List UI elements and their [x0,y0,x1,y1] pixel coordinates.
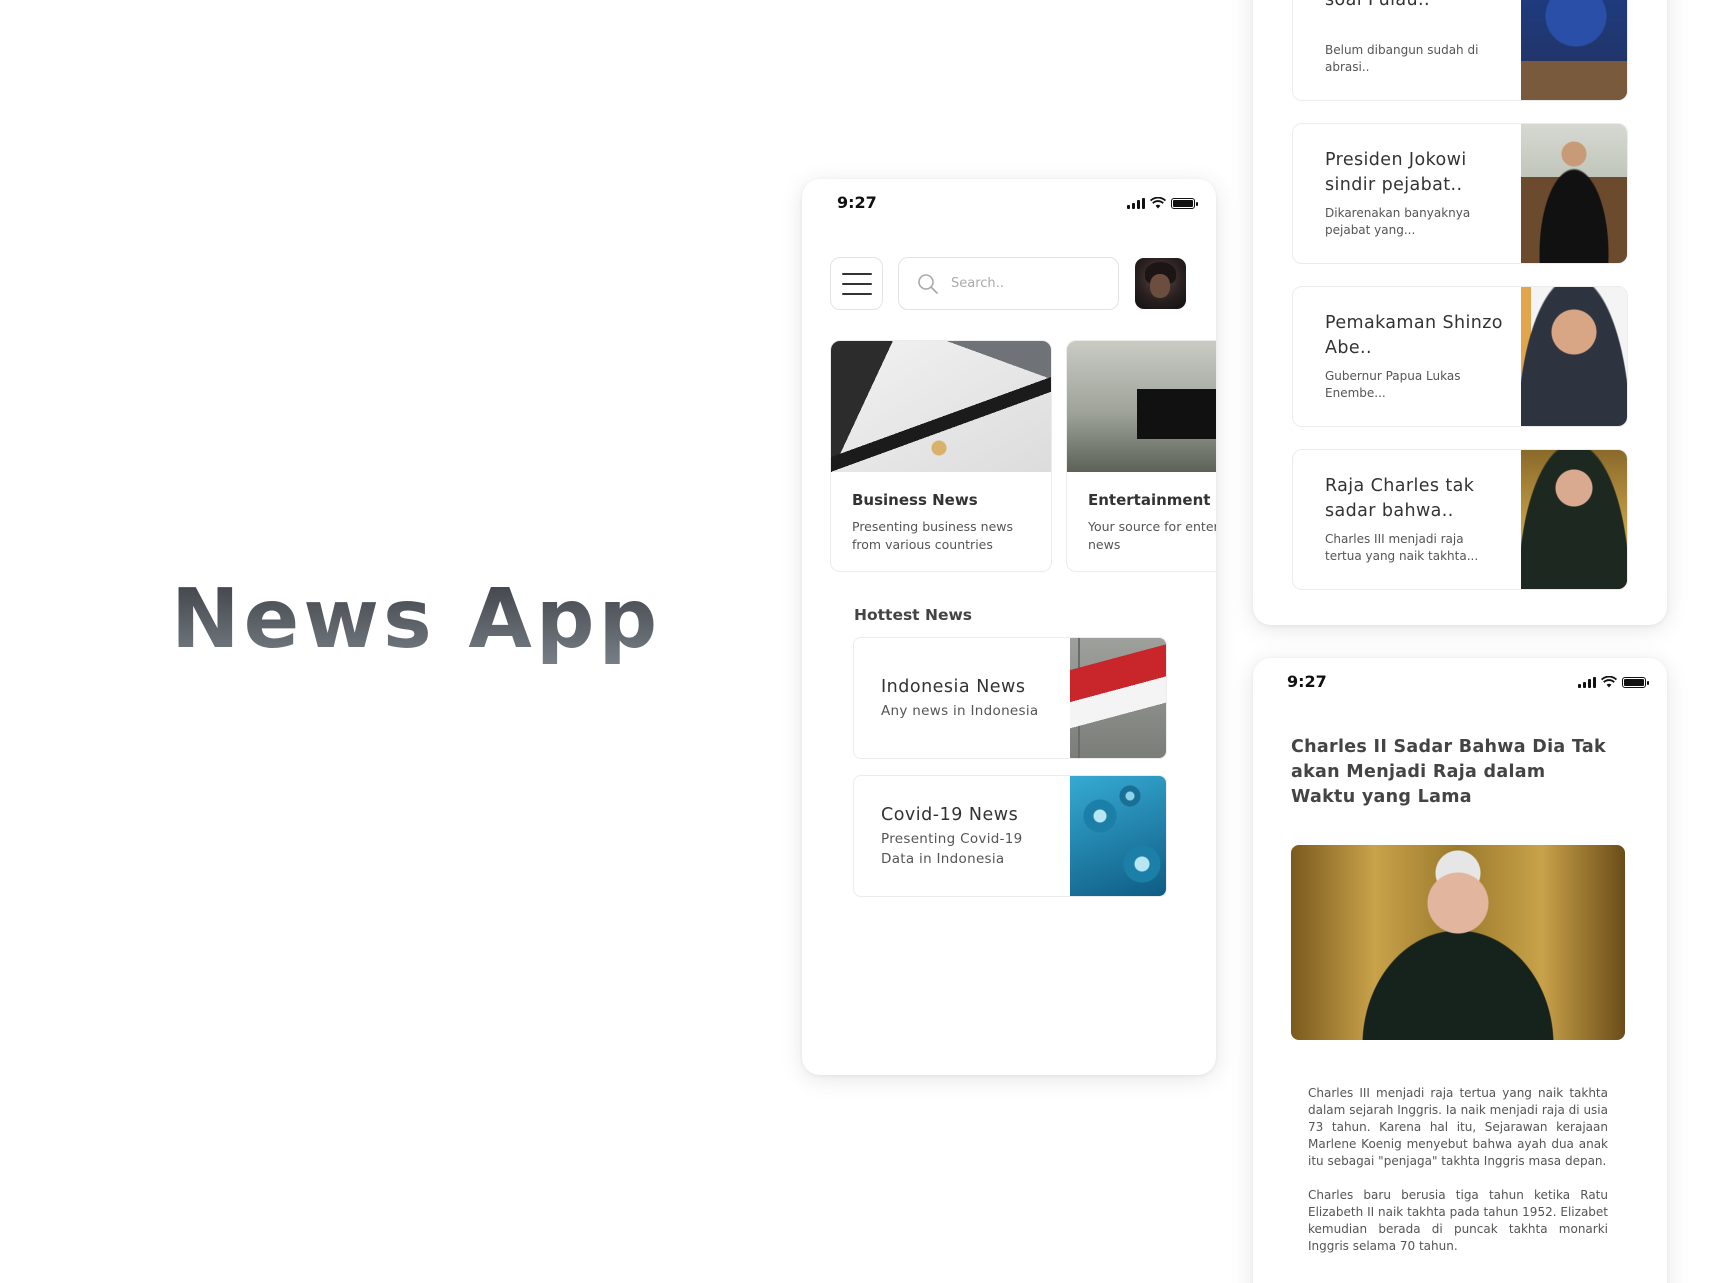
news-list-item[interactable]: Pimpinan DPRD DKI soal Pulau.. Belum dib… [1292,0,1628,101]
category-title: Entertainment N [1088,491,1216,509]
status-icons [1127,197,1198,209]
avatar[interactable] [1135,258,1186,309]
charles-photo [1521,450,1627,589]
signal-icon [1127,197,1145,209]
search-input[interactable] [951,276,1091,291]
business-news-image [831,341,1051,472]
news-item-title: Pemakaman Shinzo Abe.. [1325,313,1503,358]
article-image [1291,845,1625,1040]
news-item-description: Charles III menjadi raja tertua yang nai… [1325,532,1479,563]
search-icon [918,273,938,294]
home-screen: 9:27 Business News Presenting business n… [802,179,1216,1075]
hottest-card-covid[interactable]: Covid-19 News Presenting Covid-19 Data i… [853,775,1167,897]
indonesia-flag-image [1070,638,1166,758]
article-body: Charles III menjadi raja tertua yang nai… [1308,1085,1608,1272]
article-paragraph: Charles baru berusia tiga tahun ketika R… [1308,1188,1608,1253]
news-item-description: Dikarenakan banyaknya pejabat yang... [1325,206,1471,237]
shinzo-abe-photo [1521,287,1627,426]
entertainment-news-image [1067,341,1216,472]
battery-icon [1622,676,1649,688]
category-card-business[interactable]: Business News Presenting business news f… [830,340,1052,572]
menu-icon-line [841,272,872,275]
jokowi-photo [1521,124,1627,263]
signal-icon [1578,676,1596,688]
menu-icon-line [841,282,872,285]
hottest-card-indonesia[interactable]: Indonesia News Any news in Indonesia [853,637,1167,759]
hottest-title: Indonesia News [881,677,1026,697]
category-description: Presenting business news from various co… [852,519,1014,552]
news-item-description: Gubernur Papua Lukas Enembe... [1325,369,1461,400]
news-item-title: Pimpinan DPRD DKI soal Pulau.. [1325,0,1430,10]
status-time: 9:27 [1287,672,1327,691]
article-paragraph: Charles III menjadi raja tertua yang nai… [1308,1086,1608,1168]
article-title: Charles II Sadar Bahwa Dia Tak akan Menj… [1291,737,1606,807]
covid-virus-image [1070,776,1166,896]
category-card-entertainment[interactable]: Entertainment N Your source for entertai… [1066,340,1216,572]
hottest-title: Covid-19 News [881,805,1019,825]
news-list-screen: Pimpinan DPRD DKI soal Pulau.. Belum dib… [1253,0,1667,625]
section-title-hottest: Hottest News [854,606,973,624]
hottest-description: Any news in Indonesia [881,703,1039,719]
news-list-item[interactable]: Pemakaman Shinzo Abe.. Gubernur Papua Lu… [1292,286,1628,427]
battery-icon [1171,197,1198,209]
news-item-title: Presiden Jokowi sindir pejabat.. [1325,150,1467,195]
news-item-title: Raja Charles tak sadar bahwa.. [1325,476,1475,521]
category-description: Your source for entertainment news [1088,519,1216,552]
wifi-icon [1150,197,1166,209]
category-title: Business News [852,491,978,509]
dprd-photo [1521,0,1627,100]
hottest-description: Presenting Covid-19 Data in Indonesia [881,831,1023,867]
status-icons [1578,676,1649,688]
news-list-item[interactable]: Presiden Jokowi sindir pejabat.. Dikaren… [1292,123,1628,264]
hero-title: News App [171,572,662,667]
article-screen: 9:27 Charles II Sadar Bahwa Dia Tak akan… [1253,658,1667,1283]
menu-button[interactable] [830,257,883,310]
menu-icon-line [841,292,872,295]
status-time: 9:27 [837,193,877,212]
news-list-item[interactable]: Raja Charles tak sadar bahwa.. Charles I… [1292,449,1628,590]
search-bar[interactable] [898,257,1119,310]
wifi-icon [1601,676,1617,688]
news-item-description: Belum dibangun sudah di abrasi.. [1325,43,1479,74]
